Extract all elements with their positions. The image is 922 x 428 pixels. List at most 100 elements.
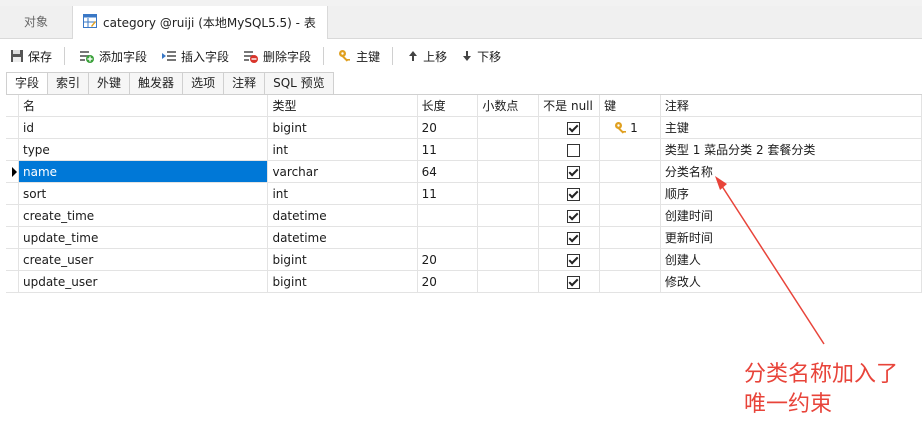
cell-name[interactable]: sort (18, 182, 269, 205)
cell-length[interactable]: 11 (417, 138, 479, 161)
table-row[interactable]: update_time datetime 更新时间 (6, 226, 922, 249)
cell-key[interactable] (599, 160, 661, 183)
not-null-checkbox[interactable] (567, 231, 581, 245)
cell-not-null[interactable] (538, 138, 601, 161)
cell-name[interactable]: id (18, 116, 269, 139)
cell-name[interactable]: create_user (18, 248, 269, 271)
tab-objects[interactable]: 对象 (0, 6, 72, 38)
header-key[interactable]: 键 (599, 95, 661, 117)
cell-not-null[interactable] (538, 270, 601, 293)
cell-type[interactable]: bigint (267, 270, 418, 293)
cell-comment[interactable]: 更新时间 (660, 226, 922, 249)
row-marker[interactable] (6, 226, 20, 249)
subtab-triggers[interactable]: 触发器 (130, 72, 184, 95)
delete-field-button[interactable]: 删除字段 (239, 44, 315, 68)
cell-length[interactable]: 20 (417, 270, 479, 293)
table-row[interactable]: id bigint 20 1 主键 (6, 116, 922, 139)
cell-type[interactable]: int (267, 182, 418, 205)
row-marker[interactable] (6, 138, 20, 161)
cell-length[interactable]: 11 (417, 182, 479, 205)
cell-key[interactable] (599, 204, 661, 227)
cell-length[interactable]: 20 (417, 116, 479, 139)
subtab-foreign-keys[interactable]: 外键 (89, 72, 131, 95)
cell-length[interactable] (417, 226, 479, 249)
header-comment[interactable]: 注释 (660, 95, 922, 117)
not-null-checkbox[interactable] (567, 187, 581, 201)
not-null-checkbox[interactable] (567, 121, 581, 135)
cell-comment[interactable]: 主键 (660, 116, 922, 139)
not-null-checkbox[interactable] (567, 143, 581, 157)
add-field-button[interactable]: 添加字段 (75, 44, 151, 68)
cell-length[interactable]: 64 (417, 160, 479, 183)
move-down-button[interactable]: 下移 (457, 44, 505, 68)
table-row[interactable]: name varchar 64 分类名称 (6, 160, 922, 183)
row-marker[interactable] (6, 160, 20, 183)
cell-decimals[interactable] (477, 182, 540, 205)
header-length[interactable]: 长度 (417, 95, 479, 117)
row-marker[interactable] (6, 116, 20, 139)
header-decimals[interactable]: 小数点 (477, 95, 540, 117)
cell-not-null[interactable] (538, 226, 601, 249)
cell-comment[interactable]: 类型 1 菜品分类 2 套餐分类 (660, 138, 922, 161)
cell-comment[interactable]: 创建人 (660, 248, 922, 271)
cell-name[interactable]: create_time (18, 204, 269, 227)
cell-decimals[interactable] (477, 226, 540, 249)
row-marker[interactable] (6, 270, 20, 293)
cell-type[interactable]: bigint (267, 248, 418, 271)
cell-comment[interactable]: 分类名称 (660, 160, 922, 183)
header-type[interactable]: 类型 (267, 95, 418, 117)
cell-key[interactable] (599, 270, 661, 293)
cell-comment[interactable]: 创建时间 (660, 204, 922, 227)
not-null-checkbox[interactable] (567, 275, 581, 289)
cell-key[interactable] (599, 138, 661, 161)
subtab-comment[interactable]: 注释 (224, 72, 266, 95)
table-row[interactable]: sort int 11 顺序 (6, 182, 922, 205)
cell-comment[interactable]: 修改人 (660, 270, 922, 293)
header-not-null[interactable]: 不是 null (538, 95, 601, 117)
cell-name[interactable]: update_user (18, 270, 269, 293)
table-row[interactable]: create_user bigint 20 创建人 (6, 248, 922, 271)
subtab-fields[interactable]: 字段 (6, 72, 49, 95)
cell-key[interactable] (599, 226, 661, 249)
cell-comment[interactable]: 顺序 (660, 182, 922, 205)
cell-type[interactable]: datetime (267, 226, 418, 249)
primary-key-button[interactable]: 主键 (334, 44, 384, 68)
cell-decimals[interactable] (477, 160, 540, 183)
subtab-options[interactable]: 选项 (183, 72, 225, 95)
cell-decimals[interactable] (477, 204, 540, 227)
cell-not-null[interactable] (538, 160, 601, 183)
cell-key[interactable]: 1 (599, 116, 661, 139)
not-null-checkbox[interactable] (567, 209, 581, 223)
cell-decimals[interactable] (477, 270, 540, 293)
header-name[interactable]: 名 (18, 95, 269, 117)
table-row[interactable]: create_time datetime 创建时间 (6, 204, 922, 227)
row-marker[interactable] (6, 182, 20, 205)
cell-key[interactable] (599, 248, 661, 271)
cell-type[interactable]: bigint (267, 116, 418, 139)
cell-not-null[interactable] (538, 204, 601, 227)
subtab-indexes[interactable]: 索引 (48, 72, 90, 95)
cell-length[interactable] (417, 204, 479, 227)
cell-type[interactable]: datetime (267, 204, 418, 227)
move-up-button[interactable]: 上移 (403, 44, 451, 68)
not-null-checkbox[interactable] (567, 165, 581, 179)
cell-length[interactable]: 20 (417, 248, 479, 271)
save-button[interactable]: 保存 (6, 44, 56, 68)
row-marker[interactable] (6, 248, 20, 271)
cell-name[interactable]: type (18, 138, 269, 161)
insert-field-button[interactable]: 插入字段 (157, 44, 233, 68)
tab-table-design[interactable]: category @ruiji (本地MySQL5.5) - 表 (72, 6, 328, 39)
cell-not-null[interactable] (538, 182, 601, 205)
cell-name[interactable]: name (18, 160, 269, 183)
cell-type[interactable]: varchar (267, 160, 418, 183)
cell-not-null[interactable] (538, 116, 601, 139)
cell-decimals[interactable] (477, 116, 540, 139)
row-marker[interactable] (6, 204, 20, 227)
cell-decimals[interactable] (477, 248, 540, 271)
subtab-sql-preview[interactable]: SQL 预览 (265, 72, 334, 95)
cell-key[interactable] (599, 182, 661, 205)
cell-name[interactable]: update_time (18, 226, 269, 249)
cell-decimals[interactable] (477, 138, 540, 161)
cell-type[interactable]: int (267, 138, 418, 161)
cell-not-null[interactable] (538, 248, 601, 271)
